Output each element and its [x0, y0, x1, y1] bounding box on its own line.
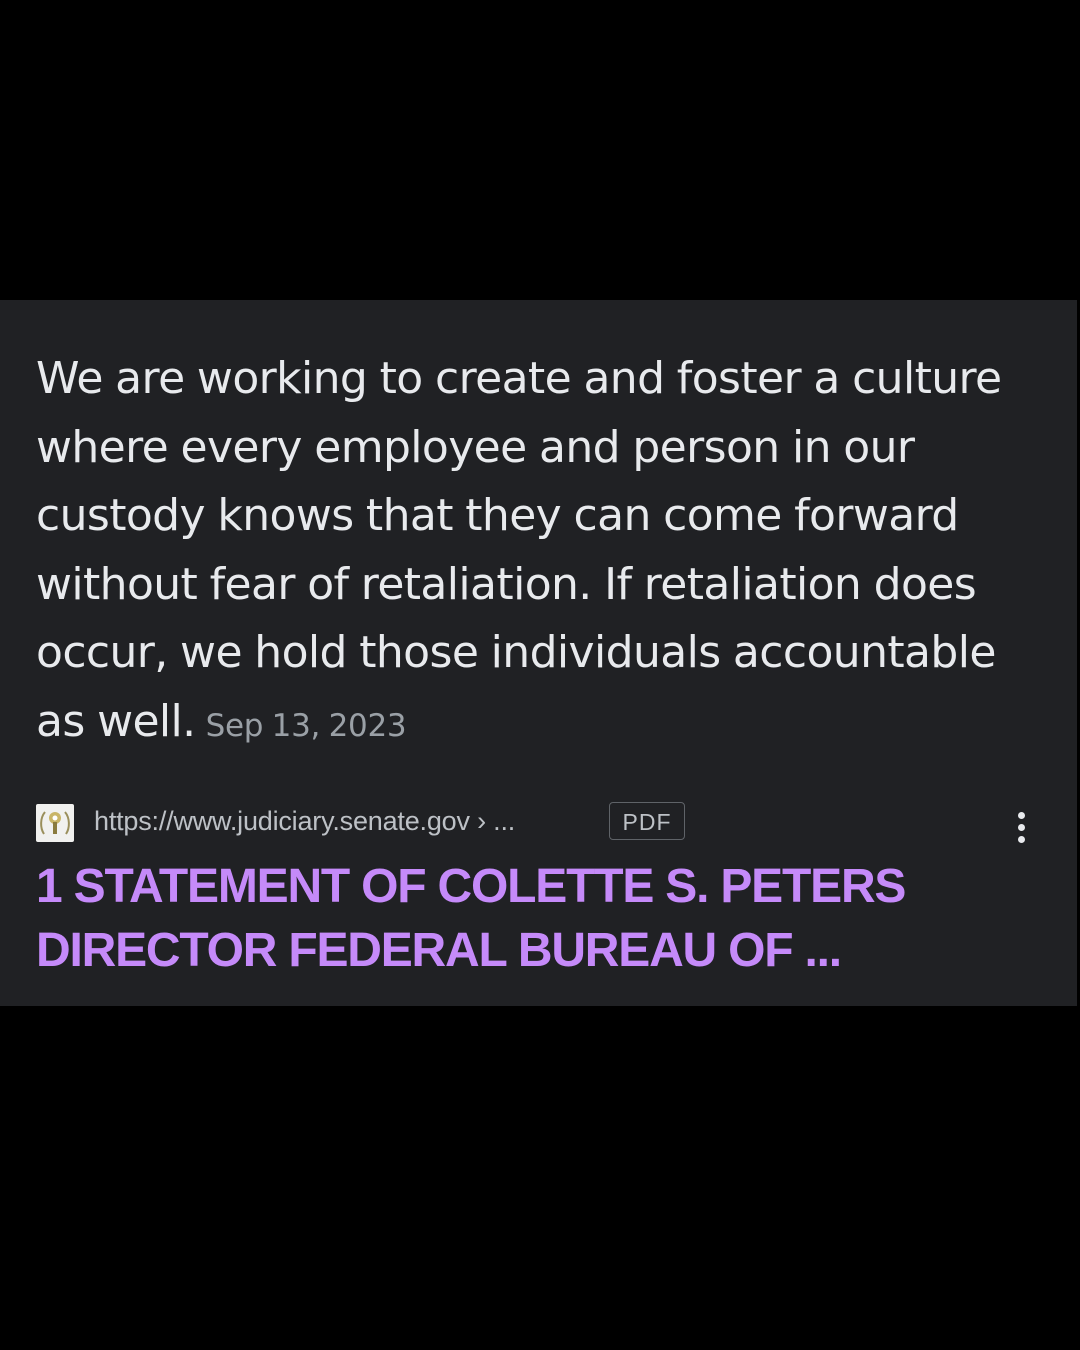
- featured-snippet: We are working to create and foster a cu…: [36, 345, 1046, 760]
- more-vertical-icon[interactable]: [1006, 808, 1036, 848]
- senate-seal-icon: [36, 804, 74, 842]
- source-row[interactable]: https://www.judiciary.senate.gov › ... P…: [36, 802, 1046, 846]
- page: We are working to create and foster a cu…: [0, 0, 1080, 1350]
- pdf-badge: PDF: [609, 802, 685, 840]
- snippet-date: Sep 13, 2023: [205, 707, 407, 744]
- source-url[interactable]: https://www.judiciary.senate.gov › ...: [94, 806, 515, 837]
- snippet-text: We are working to create and foster a cu…: [36, 353, 1002, 747]
- result-title-link[interactable]: 1 STATEMENT OF COLETTE S. PETERS DIRECTO…: [36, 855, 1036, 983]
